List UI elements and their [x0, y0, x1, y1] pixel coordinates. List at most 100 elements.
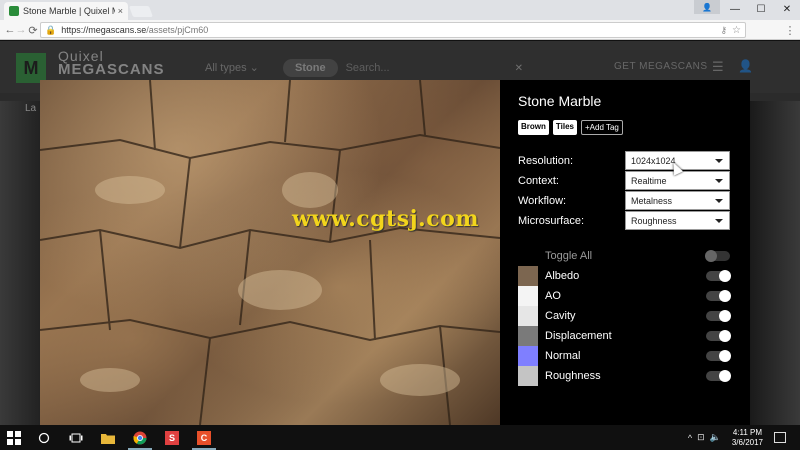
- toggle-knob: [719, 350, 731, 362]
- megascans-logo-icon[interactable]: M: [16, 53, 46, 83]
- url-path: /assets/pjCm60: [146, 25, 209, 35]
- windows-logo-icon: [7, 430, 21, 445]
- background-text-fragment: La: [25, 103, 37, 114]
- asset-preview-image[interactable]: [40, 80, 500, 425]
- normal-swatch: [518, 346, 538, 366]
- tab-title: Stone Marble | Quixel M: [23, 6, 115, 16]
- account-icon[interactable]: 👤: [738, 59, 753, 73]
- search-chip[interactable]: Stone: [283, 59, 338, 77]
- toggle-knob: [705, 250, 717, 262]
- app-c-icon[interactable]: C: [188, 425, 220, 450]
- tag-tiles[interactable]: Tiles: [552, 120, 577, 135]
- url-text: https://megascans.se/assets/pjCm60: [61, 25, 720, 35]
- hamburger-menu-icon[interactable]: ☰: [712, 59, 724, 75]
- site-favicon-icon: [9, 6, 19, 16]
- address-bar[interactable]: 🔒 https://megascans.se/assets/pjCm60 ⚷ ☆: [40, 22, 746, 38]
- setting-resolution: Resolution: 1024x1024: [518, 151, 730, 170]
- chevron-down-icon: ⌄: [249, 62, 259, 74]
- folder-icon: [101, 433, 115, 444]
- displacement-toggle[interactable]: [706, 330, 731, 342]
- roughness-toggle[interactable]: [706, 370, 731, 382]
- toggle-knob: [719, 370, 731, 382]
- type-filter-dropdown[interactable]: All types ⌄: [205, 61, 259, 74]
- microsurface-label: Microsurface:: [518, 214, 585, 227]
- profile-button[interactable]: 👤: [694, 0, 720, 14]
- albedo-label: Albedo: [545, 270, 580, 282]
- volume-icon[interactable]: 🔈: [710, 432, 721, 443]
- new-tab-button[interactable]: [128, 6, 154, 17]
- search-input[interactable]: Search...: [346, 62, 390, 74]
- app-s-icon[interactable]: S: [156, 425, 188, 450]
- system-tray: ^ ⊡ 🔈 4:11 PM 3/6/2017: [688, 425, 786, 450]
- workflow-select[interactable]: Metalness: [625, 191, 730, 210]
- key-icon[interactable]: ⚷: [720, 25, 727, 36]
- setting-workflow: Workflow: Metalness: [518, 191, 730, 210]
- toggle-knob: [719, 330, 731, 342]
- clock-time: 4:11 PM: [732, 427, 763, 437]
- resolution-label: Resolution:: [518, 154, 574, 167]
- task-view-icon[interactable]: [60, 425, 92, 450]
- toggle-knob: [719, 290, 731, 302]
- roughness-swatch: [518, 366, 538, 386]
- asset-title: Stone Marble: [518, 93, 602, 109]
- maximize-button[interactable]: ☐: [748, 0, 774, 18]
- type-filter-label: All types: [205, 62, 247, 74]
- menu-kebab-icon[interactable]: ⋮: [782, 22, 798, 38]
- tray-overflow-caret-icon[interactable]: ^: [688, 433, 692, 443]
- normal-toggle[interactable]: [706, 350, 731, 362]
- system-clock[interactable]: 4:11 PM 3/6/2017: [732, 428, 763, 448]
- browser-titlebar: Stone Marble | Quixel M × 👤 — ☐ ✕: [0, 0, 800, 20]
- microsurface-value: Roughness: [631, 215, 677, 226]
- file-explorer-icon[interactable]: [92, 425, 124, 450]
- clock-date: 3/6/2017: [731, 437, 763, 447]
- network-icon[interactable]: ⊡: [697, 432, 705, 443]
- map-row-roughness: Roughness: [518, 366, 731, 386]
- bookmark-star-icon[interactable]: ☆: [732, 25, 741, 36]
- map-row-ao: AO: [518, 286, 731, 306]
- cavity-toggle[interactable]: [706, 310, 731, 322]
- megascans-logo-text[interactable]: Quixel MEGASCANS: [58, 49, 165, 78]
- tab-close-icon[interactable]: ×: [118, 6, 123, 16]
- background-asset-left: [0, 101, 40, 425]
- close-window-button[interactable]: ✕: [774, 0, 800, 18]
- context-value: Realtime: [631, 175, 667, 186]
- workflow-label: Workflow:: [518, 194, 567, 207]
- logo-line-2: MEGASCANS: [58, 61, 165, 78]
- cavity-swatch: [518, 306, 538, 326]
- chevron-down-icon: [715, 179, 723, 183]
- reload-button[interactable]: ⟳: [25, 22, 41, 38]
- albedo-toggle[interactable]: [706, 270, 731, 282]
- lock-icon: 🔒: [45, 24, 57, 35]
- url-domain: https://megascans.se: [61, 25, 147, 35]
- displacement-swatch: [518, 326, 538, 346]
- background-asset-right: [750, 101, 800, 425]
- toggle-all-spacer: [518, 246, 538, 266]
- map-row-albedo: Albedo: [518, 266, 731, 286]
- toggle-all-label: Toggle All: [545, 250, 593, 262]
- roughness-label: Roughness: [545, 370, 601, 382]
- browser-tab[interactable]: Stone Marble | Quixel M ×: [4, 2, 128, 20]
- ao-swatch: [518, 286, 538, 306]
- cortana-search-icon[interactable]: [28, 425, 60, 450]
- microsurface-select[interactable]: Roughness: [625, 211, 730, 230]
- notifications-icon[interactable]: [774, 432, 786, 443]
- windows-taskbar: S C ^ ⊡ 🔈 4:11 PM 3/6/2017: [0, 425, 800, 450]
- setting-context: Context: Realtime: [518, 171, 730, 190]
- chevron-down-icon: [715, 159, 723, 163]
- add-tag-button[interactable]: +Add Tag: [580, 120, 623, 135]
- toggle-all-switch[interactable]: [705, 250, 730, 262]
- search-clear-icon[interactable]: ✕: [515, 63, 523, 74]
- get-megascans-button[interactable]: GET MEGASCANS: [614, 61, 708, 72]
- tag-brown[interactable]: Brown: [518, 120, 549, 135]
- chrome-taskbar-icon[interactable]: [124, 425, 156, 450]
- normal-label: Normal: [545, 350, 581, 362]
- displacement-label: Displacement: [545, 330, 612, 342]
- ao-toggle[interactable]: [706, 290, 731, 302]
- toggle-knob: [719, 270, 731, 282]
- watermark-text: www.cgtsj.com: [292, 206, 480, 232]
- setting-microsurface: Microsurface: Roughness: [518, 211, 730, 230]
- site-search[interactable]: Stone Search... ✕: [283, 57, 523, 79]
- start-button[interactable]: [0, 425, 28, 450]
- minimize-button[interactable]: —: [722, 0, 748, 18]
- toggle-all-row: Toggle All: [518, 246, 730, 266]
